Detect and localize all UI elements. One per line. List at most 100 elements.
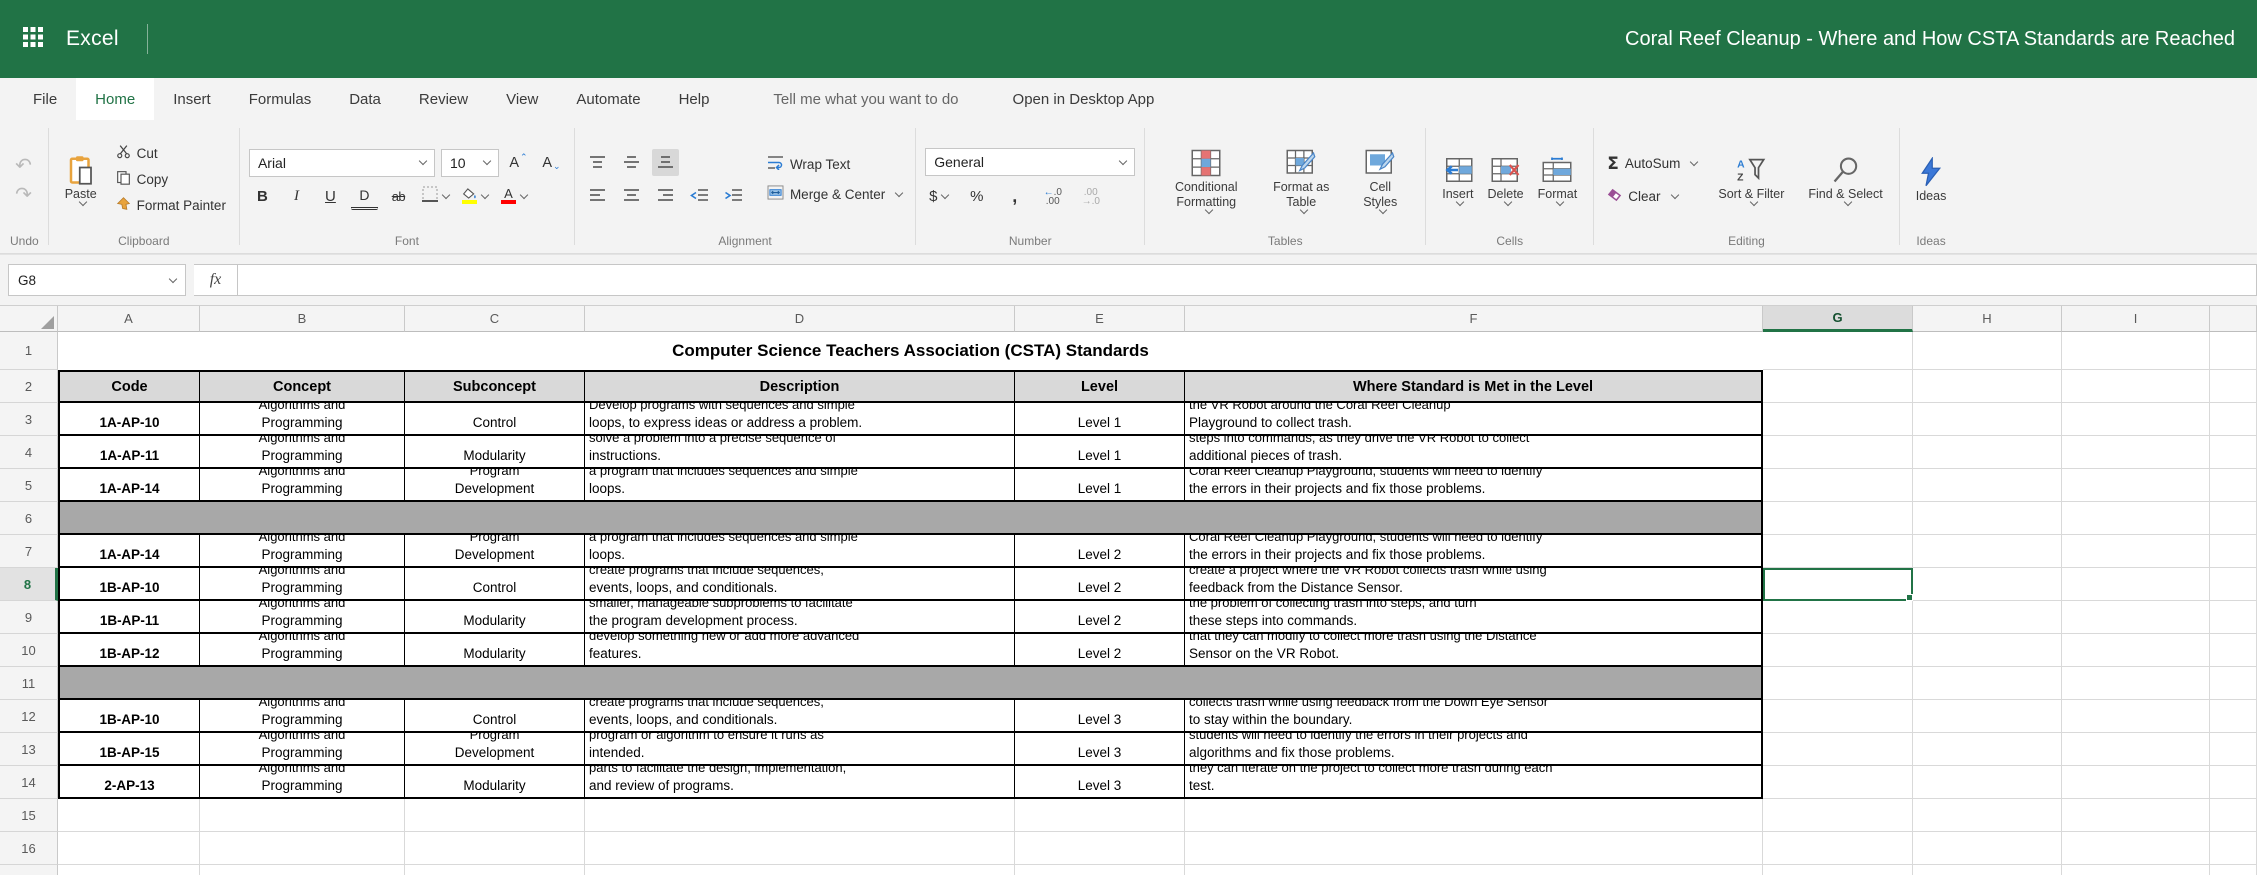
cell-where-met[interactable]: collects trash while using feedback from… bbox=[1185, 700, 1763, 733]
cell[interactable] bbox=[405, 865, 585, 875]
cell[interactable] bbox=[1913, 667, 2062, 700]
cell[interactable] bbox=[1913, 832, 2062, 865]
cell[interactable] bbox=[2062, 700, 2210, 733]
cell[interactable] bbox=[2210, 700, 2257, 733]
table-header-subconcept[interactable]: Subconcept bbox=[405, 370, 585, 403]
tab-formulas[interactable]: Formulas bbox=[230, 78, 331, 120]
cell[interactable] bbox=[1913, 634, 2062, 667]
separator-row-band[interactable] bbox=[58, 667, 1763, 700]
cell[interactable] bbox=[2210, 766, 2257, 799]
cell-concept[interactable]: Algorithms andProgramming bbox=[200, 568, 405, 601]
row-header-4[interactable]: 4 bbox=[0, 436, 58, 469]
cell[interactable] bbox=[2062, 568, 2210, 601]
copy-button[interactable]: Copy bbox=[112, 168, 230, 190]
cell[interactable] bbox=[405, 799, 585, 832]
app-launcher-button[interactable] bbox=[0, 0, 66, 78]
cell-description[interactable]: smaller, manageable subproblems to facil… bbox=[585, 601, 1015, 634]
cell-description[interactable]: create programs that include sequences,e… bbox=[585, 568, 1015, 601]
cell-concept[interactable]: Algorithms andProgramming bbox=[200, 601, 405, 634]
cell[interactable] bbox=[1763, 332, 1913, 370]
cell-subconcept[interactable]: ProgramDevelopment bbox=[405, 733, 585, 766]
sheet-title-cell[interactable]: Computer Science Teachers Association (C… bbox=[58, 332, 1763, 370]
cell[interactable] bbox=[2210, 332, 2257, 370]
cell[interactable] bbox=[1913, 700, 2062, 733]
cell-where-met[interactable]: steps into commands, as they drive the V… bbox=[1185, 436, 1763, 469]
cell[interactable] bbox=[1913, 601, 2062, 634]
cell-code[interactable]: 1A-AP-14 bbox=[58, 535, 200, 568]
table-header-code[interactable]: Code bbox=[58, 370, 200, 403]
cell[interactable] bbox=[2210, 601, 2257, 634]
strikethrough-button[interactable]: ab bbox=[385, 183, 412, 210]
cell[interactable] bbox=[1913, 865, 2062, 875]
tab-help[interactable]: Help bbox=[660, 78, 729, 120]
cell-description[interactable]: program or algorithm to ensure it runs a… bbox=[585, 733, 1015, 766]
cell-subconcept[interactable]: Control bbox=[405, 700, 585, 733]
cell-description[interactable]: a program that includes sequences and si… bbox=[585, 469, 1015, 502]
formula-input[interactable] bbox=[238, 264, 2257, 296]
cell[interactable] bbox=[58, 832, 200, 865]
cell[interactable] bbox=[2210, 634, 2257, 667]
cell[interactable] bbox=[2062, 469, 2210, 502]
cell-level[interactable]: Level 2 bbox=[1015, 601, 1185, 634]
cell[interactable] bbox=[1763, 436, 1913, 469]
tab-review[interactable]: Review bbox=[400, 78, 487, 120]
cell[interactable] bbox=[1015, 865, 1185, 875]
increase-indent-button[interactable] bbox=[720, 182, 747, 209]
grow-font-button[interactable]: A⌃ bbox=[505, 149, 532, 176]
format-cells-button[interactable]: Format bbox=[1531, 151, 1585, 207]
delete-cells-button[interactable]: Delete bbox=[1481, 151, 1531, 207]
conditional-formatting-button[interactable]: Conditional Formatting bbox=[1154, 144, 1258, 215]
row-header-12[interactable]: 12 bbox=[0, 700, 58, 733]
cell[interactable] bbox=[1913, 469, 2062, 502]
cell-level[interactable]: Level 3 bbox=[1015, 766, 1185, 799]
column-header-overflow[interactable] bbox=[2210, 306, 2257, 332]
cell[interactable] bbox=[2062, 733, 2210, 766]
cell-subconcept[interactable]: ProgramDevelopment bbox=[405, 535, 585, 568]
row-header-10[interactable]: 10 bbox=[0, 634, 58, 667]
cell[interactable] bbox=[2062, 403, 2210, 436]
cell[interactable] bbox=[585, 799, 1015, 832]
app-name[interactable]: Excel bbox=[66, 27, 119, 51]
open-in-desktop-button[interactable]: Open in Desktop App bbox=[994, 78, 1174, 120]
cell-code[interactable]: 1A-AP-10 bbox=[58, 403, 200, 436]
column-header-a[interactable]: A bbox=[58, 306, 200, 332]
cell-concept[interactable]: Algorithms andProgramming bbox=[200, 436, 405, 469]
fill-handle[interactable] bbox=[1906, 594, 1913, 601]
cell-level[interactable]: Level 1 bbox=[1015, 469, 1185, 502]
row-header-15[interactable]: 15 bbox=[0, 799, 58, 832]
decrease-indent-button[interactable] bbox=[686, 182, 713, 209]
cell-level[interactable]: Level 2 bbox=[1015, 634, 1185, 667]
cell[interactable] bbox=[1913, 370, 2062, 403]
table-header-where-standard-is-met-in-the-level[interactable]: Where Standard is Met in the Level bbox=[1185, 370, 1763, 403]
italic-button[interactable]: I bbox=[283, 183, 310, 210]
cell[interactable] bbox=[200, 799, 405, 832]
row-header-7[interactable]: 7 bbox=[0, 535, 58, 568]
column-header-c[interactable]: C bbox=[405, 306, 585, 332]
column-header-i[interactable]: I bbox=[2062, 306, 2210, 332]
cell-where-met[interactable]: Coral Reef Cleanup Playground, students … bbox=[1185, 469, 1763, 502]
cell[interactable] bbox=[1763, 700, 1913, 733]
cell-description[interactable]: a program that includes sequences and si… bbox=[585, 535, 1015, 568]
row-header-13[interactable]: 13 bbox=[0, 733, 58, 766]
cell-subconcept[interactable]: Modularity bbox=[405, 436, 585, 469]
column-header-f[interactable]: F bbox=[1185, 306, 1763, 332]
sort-filter-button[interactable]: AZ Sort & Filter bbox=[1711, 151, 1791, 207]
cell-description[interactable]: solve a problem into a precise sequence … bbox=[585, 436, 1015, 469]
cell-code[interactable]: 1A-AP-11 bbox=[58, 436, 200, 469]
column-header-d[interactable]: D bbox=[585, 306, 1015, 332]
cell[interactable] bbox=[585, 832, 1015, 865]
double-underline-button[interactable]: D bbox=[351, 183, 378, 210]
currency-button[interactable]: $ bbox=[925, 183, 952, 210]
center-button[interactable] bbox=[618, 182, 645, 209]
cell-code[interactable]: 1A-AP-14 bbox=[58, 469, 200, 502]
cell[interactable] bbox=[2062, 601, 2210, 634]
column-header-g[interactable]: G bbox=[1763, 306, 1913, 332]
row-header-17[interactable]: 17 bbox=[0, 865, 58, 875]
cell[interactable] bbox=[1913, 535, 2062, 568]
cell[interactable] bbox=[1913, 436, 2062, 469]
cell[interactable] bbox=[1763, 766, 1913, 799]
tell-me-input[interactable]: Tell me what you want to do bbox=[754, 78, 977, 120]
cell[interactable] bbox=[2210, 370, 2257, 403]
merge-center-button[interactable]: Merge & Center bbox=[763, 183, 906, 205]
undo-button[interactable]: ↶ bbox=[10, 151, 37, 178]
